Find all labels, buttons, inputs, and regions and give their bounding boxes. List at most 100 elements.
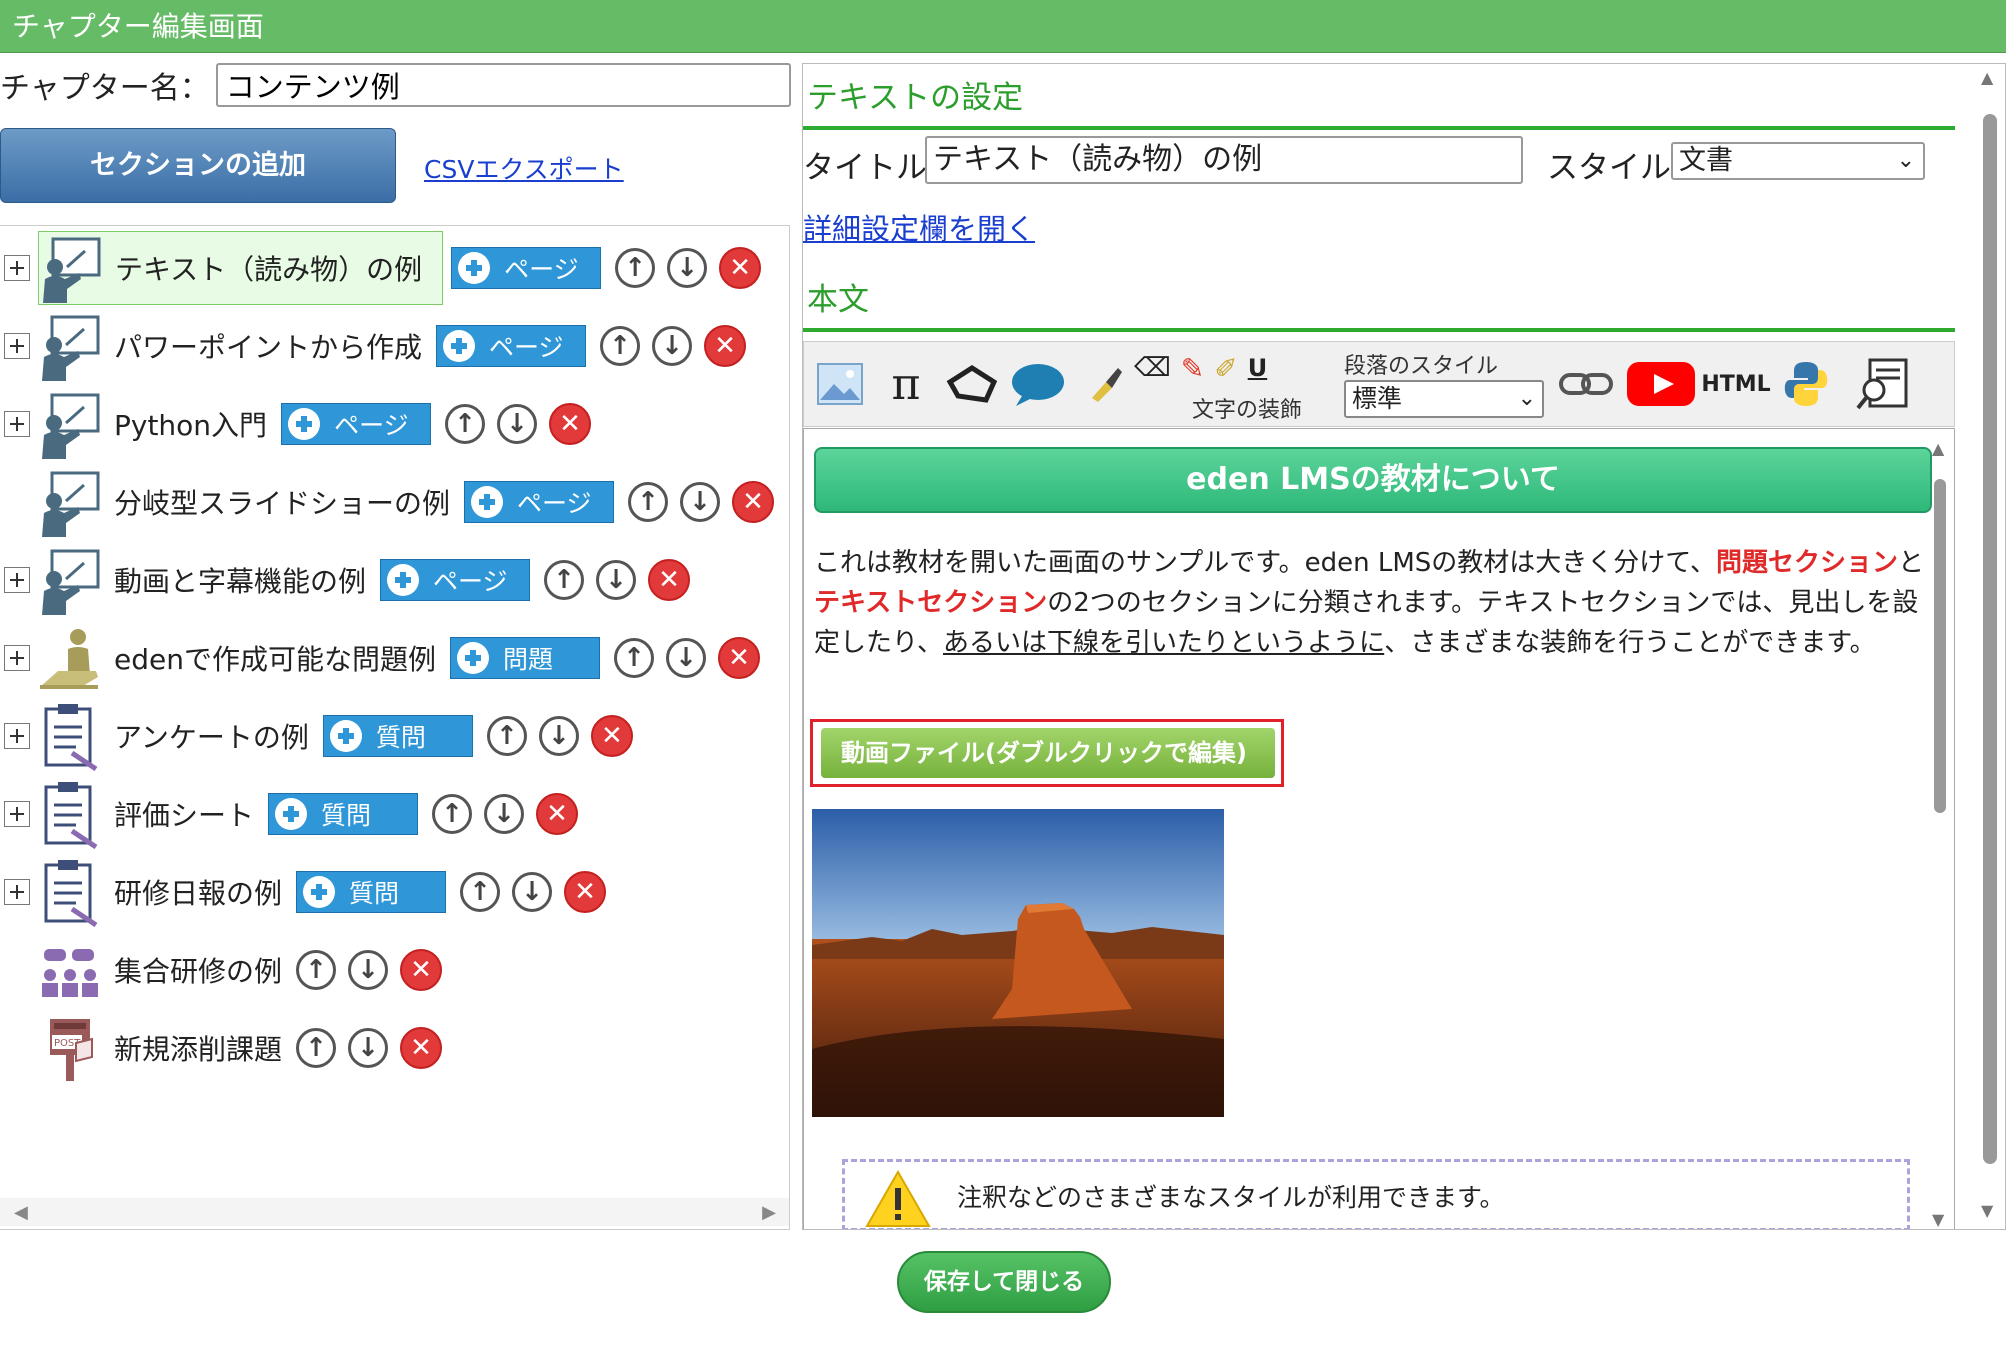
scroll-right-icon[interactable]: ▶ — [762, 1202, 776, 1223]
delete-button[interactable]: ✕ — [400, 949, 443, 991]
expand-toggle[interactable] — [4, 645, 30, 671]
move-up-button[interactable]: ↑ — [460, 872, 501, 912]
section-item-selected[interactable]: テキスト（読み物）の例 — [38, 231, 444, 305]
section-label[interactable]: 新規添削課題 — [114, 1028, 282, 1068]
move-up-button[interactable]: ↑ — [445, 404, 486, 444]
open-detail-settings-link[interactable]: 詳細設定欄を開く — [803, 206, 1035, 248]
move-down-button[interactable]: ↓ — [348, 950, 389, 990]
move-down-button[interactable]: ↓ — [538, 716, 579, 756]
link-icon[interactable] — [1558, 356, 1614, 412]
scroll-left-icon[interactable]: ◀ — [14, 1202, 28, 1223]
move-up-button[interactable]: ↑ — [600, 326, 641, 366]
shape-icon[interactable] — [944, 356, 1000, 412]
move-down-button[interactable]: ↓ — [512, 872, 553, 912]
move-up-button[interactable]: ↑ — [432, 794, 473, 834]
move-down-button[interactable]: ↓ — [596, 560, 637, 600]
move-up-button[interactable]: ↑ — [486, 716, 527, 756]
expand-toggle[interactable] — [4, 879, 30, 905]
section-label[interactable]: edenで作成可能な問題例 — [114, 638, 436, 678]
add-page-button[interactable]: ページ — [451, 247, 602, 289]
expand-toggle[interactable] — [4, 411, 30, 437]
move-down-button[interactable]: ↓ — [680, 482, 721, 522]
preview-icon[interactable] — [1854, 356, 1910, 412]
section-label[interactable]: 研修日報の例 — [114, 872, 282, 912]
python-icon[interactable] — [1778, 356, 1834, 412]
scroll-up-icon[interactable]: ▲ — [1981, 68, 1993, 87]
expand-toggle[interactable] — [4, 333, 30, 359]
panel-scrollbar[interactable]: ▲ ▼ — [1979, 68, 1999, 1224]
image-icon[interactable] — [812, 356, 868, 412]
eraser-icon[interactable]: ⌫ — [1134, 353, 1171, 383]
move-up-button[interactable]: ↑ — [544, 560, 585, 600]
horizontal-scrollbar[interactable]: ◀ ▶ — [0, 1198, 789, 1226]
scroll-down-icon[interactable]: ▼ — [1932, 1210, 1944, 1229]
move-up-button[interactable]: ↑ — [615, 248, 656, 288]
delete-button[interactable]: ✕ — [590, 715, 633, 757]
title-input[interactable]: テキスト（読み物）の例 — [925, 136, 1523, 184]
highlighter-icon[interactable]: ✐ — [1214, 352, 1237, 385]
add-page-button[interactable]: ページ — [436, 325, 587, 367]
section-label[interactable]: 集合研修の例 — [114, 950, 282, 990]
delete-button[interactable]: ✕ — [704, 325, 747, 367]
add-page-button[interactable]: ページ — [464, 481, 615, 523]
expand-toggle[interactable] — [4, 255, 30, 281]
speech-bubble-icon[interactable] — [1010, 356, 1066, 412]
move-down-button[interactable]: ↓ — [484, 794, 525, 834]
paragraph-style-select[interactable]: 標準 ⌄ — [1344, 380, 1544, 418]
expand-toggle[interactable] — [4, 567, 30, 593]
video-file-button[interactable]: 動画ファイル(ダブルクリックで編集) — [821, 728, 1275, 778]
scroll-thumb[interactable] — [1934, 479, 1946, 813]
pi-icon[interactable]: π — [878, 356, 934, 412]
add-section-button[interactable]: セクションの追加 — [0, 128, 396, 203]
delete-button[interactable]: ✕ — [732, 481, 775, 523]
add-question-button[interactable]: 質問 — [268, 793, 419, 835]
delete-button[interactable]: ✕ — [648, 559, 691, 601]
section-label[interactable]: アンケートの例 — [114, 716, 309, 756]
delete-button[interactable]: ✕ — [564, 871, 607, 913]
brush-icon[interactable] — [1076, 356, 1132, 412]
section-label[interactable]: 動画と字幕機能の例 — [114, 560, 366, 600]
editor-scrollbar[interactable]: ▲ ▼ — [1930, 439, 1950, 1229]
scroll-up-icon[interactable]: ▲ — [1932, 439, 1944, 458]
add-question-button[interactable]: 質問 — [296, 871, 447, 913]
move-down-button[interactable]: ↓ — [665, 638, 706, 678]
add-question-button[interactable]: 質問 — [322, 715, 473, 757]
html-icon[interactable]: HTML — [1701, 356, 1770, 412]
move-up-button[interactable]: ↑ — [613, 638, 654, 678]
add-question-button[interactable]: 問題 — [449, 637, 600, 679]
move-up-button[interactable]: ↑ — [296, 1028, 337, 1068]
expand-placeholder — [4, 957, 30, 983]
clipboard-icon — [38, 857, 102, 928]
section-label[interactable]: Python入門 — [114, 404, 267, 444]
move-up-button[interactable]: ↑ — [628, 482, 669, 522]
section-label[interactable]: 分岐型スライドショーの例 — [114, 482, 450, 522]
save-and-close-button[interactable]: 保存して閉じる — [897, 1251, 1111, 1313]
delete-button[interactable]: ✕ — [536, 793, 579, 835]
style-select[interactable]: 文書 ⌄ — [1671, 142, 1925, 180]
section-row: 研修日報の例 質問 ↑ ↓ ✕ — [0, 853, 607, 931]
move-down-button[interactable]: ↓ — [652, 326, 693, 366]
scroll-thumb[interactable] — [1983, 114, 1997, 1164]
add-page-button[interactable]: ページ — [281, 403, 432, 445]
delete-button[interactable]: ✕ — [400, 1027, 443, 1069]
move-down-button[interactable]: ↓ — [667, 248, 708, 288]
expand-toggle[interactable] — [4, 723, 30, 749]
pen-icon[interactable]: ✎ — [1181, 352, 1204, 385]
section-label[interactable]: パワーポイントから作成 — [114, 326, 422, 366]
delete-button[interactable]: ✕ — [717, 637, 760, 679]
add-button-label: ページ — [489, 333, 564, 362]
chapter-name-input[interactable] — [215, 63, 791, 107]
add-page-button[interactable]: ページ — [380, 559, 531, 601]
section-label[interactable]: 評価シート — [114, 794, 254, 834]
underline-icon[interactable]: U — [1248, 354, 1268, 382]
editor-content-area[interactable]: eden LMSの教材について これは教材を開いた画面のサンプルです。eden … — [803, 428, 1955, 1229]
delete-button[interactable]: ✕ — [549, 403, 592, 445]
delete-button[interactable]: ✕ — [719, 247, 762, 289]
move-down-button[interactable]: ↓ — [497, 404, 538, 444]
scroll-down-icon[interactable]: ▼ — [1981, 1201, 1993, 1220]
move-up-button[interactable]: ↑ — [296, 950, 337, 990]
move-down-button[interactable]: ↓ — [348, 1028, 389, 1068]
csv-export-link[interactable]: CSVエクスポート — [424, 150, 624, 186]
youtube-icon[interactable] — [1626, 356, 1696, 412]
expand-toggle[interactable] — [4, 801, 30, 827]
